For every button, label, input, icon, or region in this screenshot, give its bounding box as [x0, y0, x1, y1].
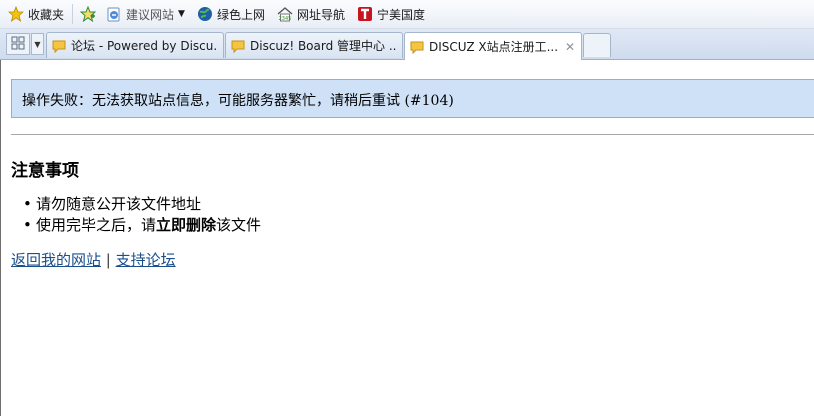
discuz-favicon-icon: [231, 40, 245, 53]
note-text-prefix: 使用完毕之后，请: [36, 216, 157, 234]
link-separator: |: [105, 251, 111, 269]
quick-tabs-button[interactable]: [6, 33, 30, 55]
globe-icon: [197, 6, 213, 22]
tab-admin-center[interactable]: Discuz! Board 管理中心 ...: [225, 32, 403, 58]
suggested-sites-icon: [106, 6, 122, 22]
error-alert: 操作失败：无法获取站点信息，可能服务器繁忙，请稍后重试 (#104): [11, 79, 814, 118]
fav-label-web-nav: 网址导航: [296, 7, 345, 22]
chevron-down-icon: ▼: [34, 39, 41, 49]
divider: [11, 134, 814, 135]
add-to-favorites-icon: [80, 6, 97, 22]
grid-icon: [11, 35, 25, 54]
tab-bar: ▼ 论坛 - Powered by Discu... Discuz! Board…: [0, 29, 814, 60]
new-tab-button[interactable]: [583, 33, 611, 57]
t-logo-icon: [357, 6, 373, 22]
star-icon: [8, 6, 24, 22]
back-to-site-link[interactable]: 返回我的网站: [11, 251, 101, 269]
note-text-suffix: 该文件: [216, 216, 262, 234]
favorites-divider: [72, 4, 74, 24]
fav-link-green-web[interactable]: 绿色上网: [193, 3, 269, 25]
fav-link-suggested-sites[interactable]: 建议网站 ▼: [102, 3, 189, 25]
note-text: 请勿随意公开该文件地址: [36, 195, 202, 213]
fav-link-ningmei[interactable]: 宁美国度: [353, 3, 429, 25]
note-text-emphasis: 立即删除: [156, 216, 217, 234]
tab-admin-center-title: Discuz! Board 管理中心 ...: [250, 39, 396, 53]
favorites-bar: 收藏夹 建议网站 ▼ 绿色上网 2345 网址导航 宁美国度: [0, 0, 814, 29]
nav-house-icon: 2345: [277, 6, 293, 22]
discuz-favicon-icon: [410, 41, 424, 54]
add-favorite-button[interactable]: [78, 3, 102, 25]
tab-site-register[interactable]: DISCUZ X站点注册工... ✕: [404, 32, 582, 60]
fav-label-suggested-sites: 建议网站: [126, 7, 175, 22]
favorites-label: 收藏夹: [28, 7, 65, 22]
notice-heading: 注意事项: [11, 161, 79, 181]
list-item: 使用完毕之后，请立即删除该文件: [23, 215, 262, 236]
discuz-favicon-icon: [52, 40, 66, 53]
page-content: 操作失败：无法获取站点信息，可能服务器繁忙，请稍后重试 (#104) 注意事项 …: [0, 60, 814, 416]
fav-link-web-nav[interactable]: 2345 网址导航: [273, 3, 349, 25]
svg-text:2345: 2345: [279, 16, 292, 22]
footer-links: 返回我的网站 | 支持论坛: [11, 249, 176, 270]
tab-site-register-title: DISCUZ X站点注册工...: [429, 40, 559, 54]
tab-list-dropdown[interactable]: ▼: [31, 33, 44, 55]
tab-forum-title: 论坛 - Powered by Discu...: [71, 39, 217, 53]
close-tab-icon[interactable]: ✕: [559, 40, 575, 54]
fav-label-ningmei: 宁美国度: [376, 7, 425, 22]
support-forum-link[interactable]: 支持论坛: [116, 251, 176, 269]
notice-list: 请勿随意公开该文件地址 使用完毕之后，请立即删除该文件: [23, 194, 262, 236]
fav-label-green-web: 绿色上网: [216, 7, 265, 22]
tab-forum[interactable]: 论坛 - Powered by Discu...: [46, 32, 224, 58]
list-item: 请勿随意公开该文件地址: [23, 194, 261, 215]
favorites-button[interactable]: 收藏夹: [4, 3, 68, 25]
chevron-down-icon: ▼: [178, 9, 185, 19]
